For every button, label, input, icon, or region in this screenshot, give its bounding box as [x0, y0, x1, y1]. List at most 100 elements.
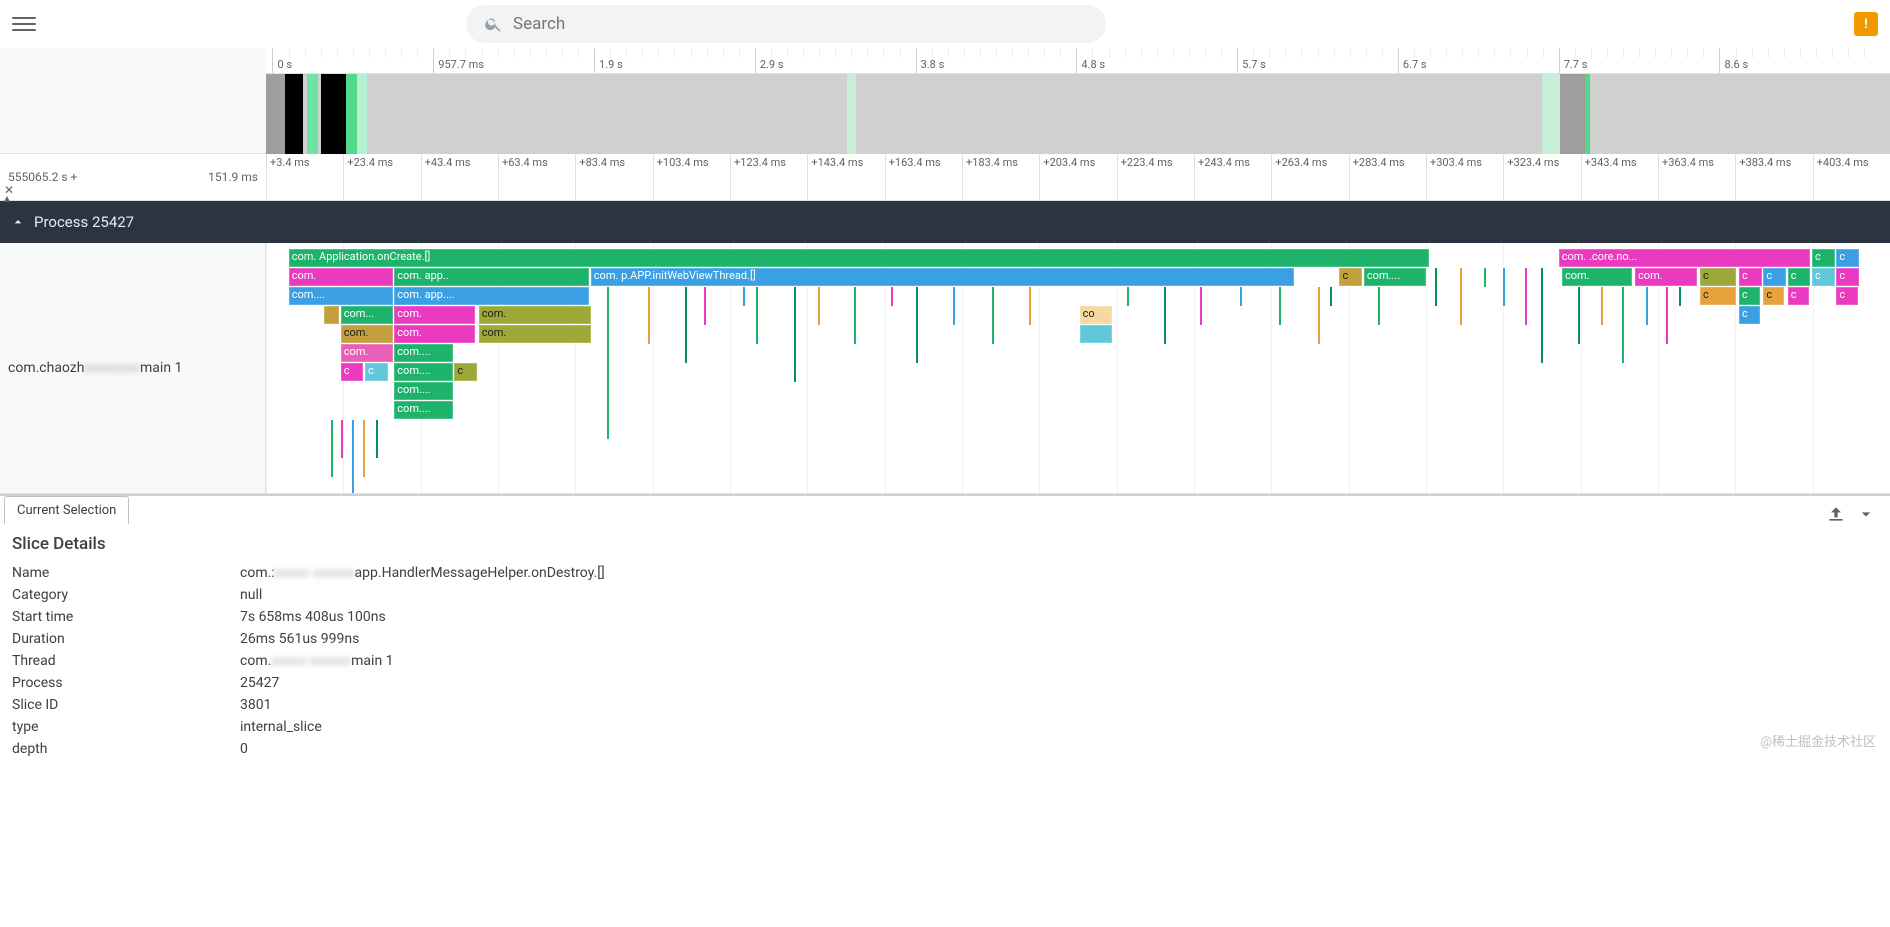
flame-slice-thin[interactable] — [1601, 287, 1603, 325]
flame-slice-thin[interactable] — [794, 287, 796, 382]
flame-slice[interactable]: c — [1788, 268, 1811, 286]
detail-value: 3801 — [240, 694, 605, 716]
chevron-down-icon[interactable] — [1856, 504, 1876, 524]
flame-slice-thin[interactable] — [1029, 287, 1031, 325]
flame-slice[interactable]: c — [1339, 268, 1362, 286]
flame-slice-thin[interactable] — [1164, 287, 1166, 344]
flame-slice[interactable]: com. — [341, 344, 393, 362]
overview-tick: 957.7 ms — [433, 48, 484, 73]
flame-slice-thin[interactable] — [1646, 287, 1648, 325]
flame-slice-thin[interactable] — [1330, 287, 1332, 306]
flame-slice[interactable]: com. — [1562, 268, 1632, 286]
flame-slice-thin[interactable] — [953, 287, 955, 325]
flame-slice[interactable]: com. p.APP.initWebViewThread.[] — [591, 268, 1294, 286]
flame-slice-thin[interactable] — [1200, 287, 1202, 325]
flame-slice-thin[interactable] — [1578, 287, 1580, 344]
flame-slice[interactable]: com.... — [394, 344, 452, 362]
flame-slice[interactable]: com. Application.onCreate.[] — [289, 249, 1429, 267]
flame-slice[interactable]: com.... — [289, 287, 393, 305]
flame-slice[interactable]: c — [341, 363, 364, 381]
flame-slice[interactable]: c — [1700, 287, 1736, 305]
flame-slice[interactable]: c — [1739, 287, 1760, 305]
flame-slice-thin[interactable] — [891, 287, 893, 306]
flame-slice[interactable]: c — [1812, 268, 1835, 286]
process-header[interactable]: Process 25427 — [0, 201, 1890, 243]
flame-slice[interactable]: com.... — [394, 363, 452, 381]
detail-ruler[interactable]: +3.4 ms+23.4 ms+43.4 ms+63.4 ms+83.4 ms+… — [266, 154, 1890, 200]
flame-slice-thin[interactable] — [1541, 268, 1543, 363]
flame-slice-thin[interactable] — [756, 287, 758, 344]
flame-slice[interactable]: c — [1836, 249, 1859, 267]
flame-slice-thin[interactable] — [743, 287, 745, 306]
flame-slice[interactable]: c — [1739, 268, 1762, 286]
flame-slice[interactable]: c — [1763, 287, 1784, 305]
flame-slice-thin[interactable] — [818, 287, 820, 325]
flame-slice[interactable]: co — [1080, 306, 1112, 324]
flame-slice[interactable]: c — [1739, 306, 1760, 324]
flame-slice[interactable]: com. — [479, 325, 591, 343]
flame-slice[interactable]: com.... — [394, 401, 452, 419]
hamburger-menu-icon[interactable] — [12, 12, 36, 36]
flame-slice[interactable]: c — [1700, 268, 1736, 286]
flame-slice-thin[interactable] — [992, 287, 994, 344]
flame-slice-thin[interactable] — [1435, 268, 1437, 306]
search-box[interactable] — [466, 5, 1106, 43]
flame-slice-thin[interactable] — [1378, 287, 1380, 325]
flame-slice[interactable]: com... — [341, 306, 393, 324]
overview-minimap[interactable] — [266, 74, 1890, 154]
flame-slice[interactable]: c — [454, 363, 477, 381]
flame-slice[interactable] — [324, 306, 339, 324]
flame-slice[interactable]: com. — [341, 325, 393, 343]
flame-slice-thin[interactable] — [1666, 287, 1668, 344]
flame-slice-thin[interactable] — [1279, 287, 1281, 325]
flame-slice-thin[interactable] — [854, 287, 856, 344]
minimap-block — [321, 74, 345, 154]
flame-slice-thin[interactable] — [352, 420, 354, 493]
flame-slice-thin[interactable] — [363, 420, 365, 477]
flame-slice-thin[interactable] — [648, 287, 650, 344]
flame-slice[interactable]: c — [1836, 268, 1859, 286]
flame-slice-thin[interactable] — [1525, 268, 1527, 325]
flame-slice[interactable]: com.... — [1364, 268, 1426, 286]
flame-slice-thin[interactable] — [1484, 268, 1486, 287]
flame-slice[interactable]: com. app.... — [394, 287, 589, 305]
flame-slice-thin[interactable] — [685, 287, 687, 363]
flame-slice-thin[interactable] — [331, 420, 333, 477]
flame-slice[interactable]: com. — [289, 268, 393, 286]
flame-slice-thin[interactable] — [1460, 268, 1462, 325]
flame-slice[interactable]: c — [1836, 287, 1857, 305]
flame-slice-thin[interactable] — [607, 287, 609, 439]
flame-slice-thin[interactable] — [1127, 287, 1129, 306]
flame-slice-thin[interactable] — [1240, 287, 1242, 306]
flame-slice[interactable]: com. — [394, 306, 475, 324]
flame-slice-thin[interactable] — [1318, 287, 1320, 344]
flame-slice[interactable]: c — [1812, 249, 1835, 267]
detail-tick: +403.4 ms — [1813, 154, 1869, 200]
flame-slice[interactable]: com. .core.no... — [1559, 249, 1811, 267]
flame-slice[interactable]: c — [1763, 268, 1786, 286]
tab-current-selection[interactable]: Current Selection — [4, 496, 129, 524]
flame-slice[interactable]: com. — [479, 306, 591, 324]
flame-slice[interactable]: c — [365, 363, 388, 381]
flame-slice-thin[interactable] — [341, 420, 343, 458]
flame-slice[interactable] — [1080, 325, 1112, 343]
flame-slice[interactable]: com.... — [394, 382, 452, 400]
flame-slice[interactable]: com. app.. — [394, 268, 589, 286]
alert-icon[interactable]: ! — [1854, 12, 1878, 36]
flame-chart[interactable]: com. Application.onCreate.[]com.com. app… — [266, 243, 1890, 493]
flame-slice[interactable]: com. — [394, 325, 475, 343]
flame-slice-thin[interactable] — [1679, 287, 1681, 306]
flame-slice[interactable]: c — [1788, 287, 1809, 305]
flame-slice-thin[interactable] — [1503, 268, 1505, 306]
flame-slice[interactable]: com. — [1635, 268, 1697, 286]
flame-slice-thin[interactable] — [1622, 287, 1624, 363]
flame-slice-thin[interactable] — [916, 287, 918, 363]
thread-label[interactable]: com.chaozhxxxxxxxxmain 1 — [0, 243, 266, 493]
overview-track[interactable]: 0 s957.7 ms1.9 s2.9 s3.8 s4.8 s5.7 s6.7 … — [266, 48, 1890, 153]
search-input[interactable] — [513, 14, 1088, 34]
flame-slice-thin[interactable] — [704, 287, 706, 325]
collapse-handle-icon[interactable]: ✕▴ — [4, 186, 14, 202]
detail-tick: +163.4 ms — [885, 154, 941, 200]
flame-slice-thin[interactable] — [376, 420, 378, 458]
move-to-top-icon[interactable] — [1826, 504, 1846, 524]
